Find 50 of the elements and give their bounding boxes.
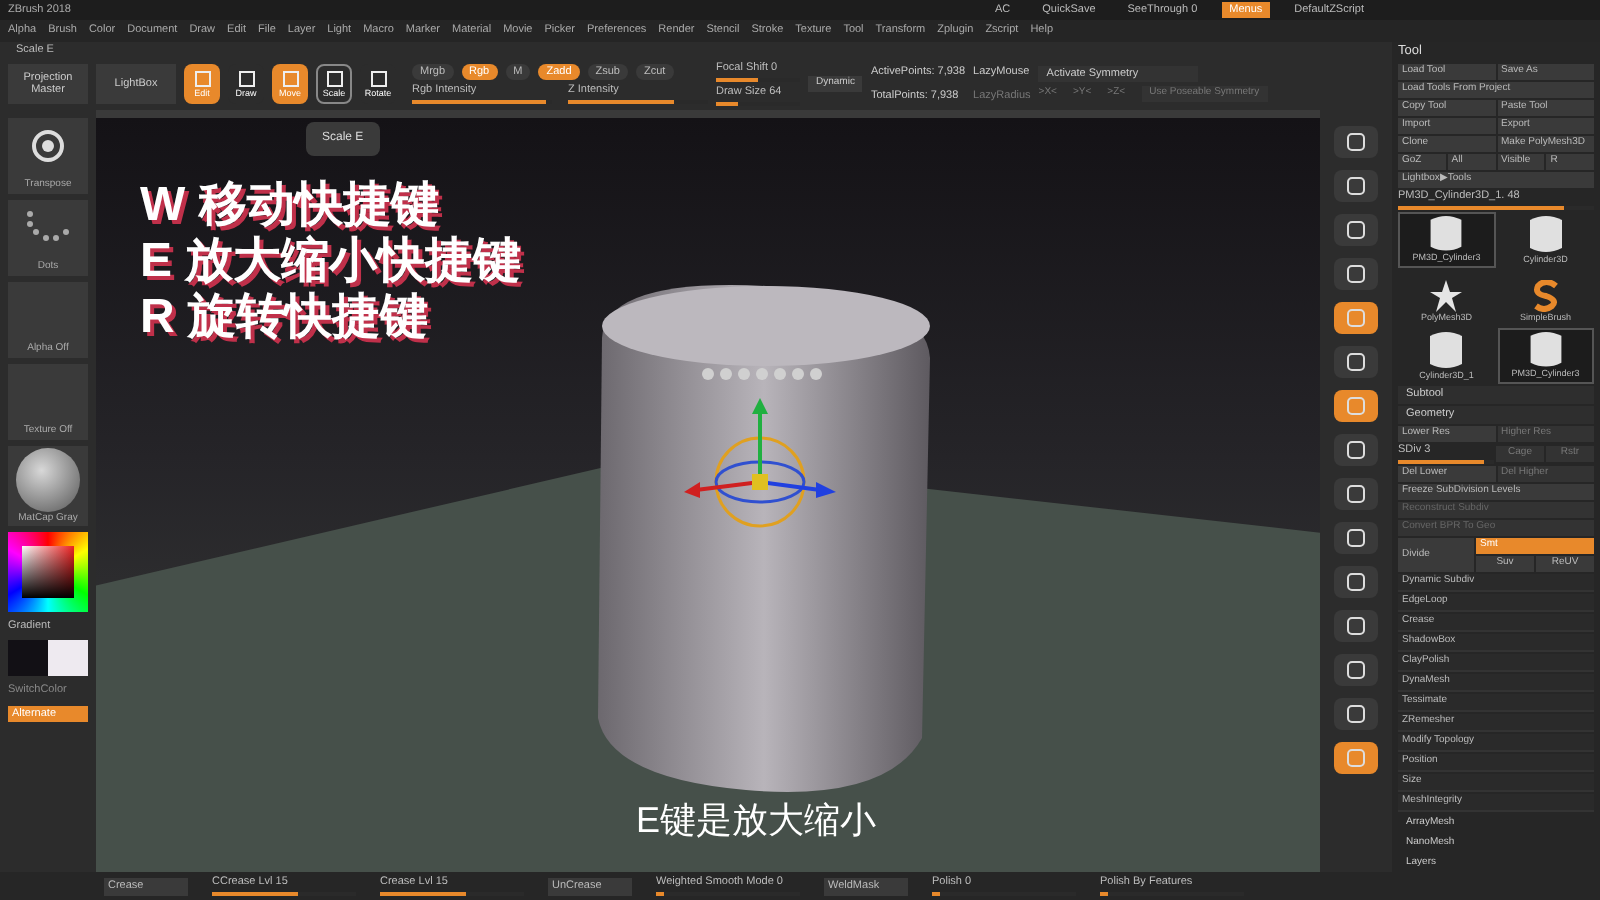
view-icon [1346,748,1366,768]
shortcut-caption: W 移动快捷键 [140,178,441,234]
view-tool-button[interactable] [1334,610,1378,642]
shortcut-caption: R 旋转快捷键 [140,290,430,346]
view-icon [1346,176,1366,196]
tool-icon [325,70,343,88]
view-icon [1346,352,1366,372]
view-icon [1346,660,1366,680]
view-icon [1346,484,1366,504]
view-icon [1346,220,1366,240]
video-subtitle: E键是放大缩小 [636,798,877,844]
star-mesh-icon [1430,280,1463,313]
dots-icon [24,208,72,244]
cylinder-icon [1527,214,1564,255]
gizmo-icon [28,126,68,166]
view-tool-button[interactable] [1334,478,1378,510]
secondary-color-swatch[interactable] [48,640,88,677]
view-tool-button[interactable] [1334,390,1378,422]
view-tool-button[interactable] [1334,214,1378,246]
view-tool-button[interactable] [1334,522,1378,554]
view-tool-button[interactable] [1334,434,1378,466]
view-tool-button[interactable] [1334,742,1378,774]
view-tool-button[interactable] [1334,170,1378,202]
view-tool-button[interactable] [1334,566,1378,598]
view-icon [1346,264,1366,284]
cylinder-icon [1428,330,1465,371]
tool-icon [237,70,255,88]
view-tool-button[interactable] [1334,302,1378,334]
tool-icon [193,70,211,88]
view-icon [1346,572,1366,592]
tool-icon [369,70,387,88]
cylinder-icon [1527,330,1564,369]
view-tool-button[interactable] [1334,126,1378,158]
brush-stroke-icon [1531,280,1560,313]
view-icon [1346,528,1366,548]
color-picker[interactable] [8,532,88,612]
view-icon [1346,440,1366,460]
view-tool-button[interactable] [1334,698,1378,730]
view-icon [1346,704,1366,724]
view-icon [1346,616,1366,636]
view-tool-button[interactable] [1334,654,1378,686]
tool-icon [281,70,299,88]
shortcut-caption: E 放大缩小快捷键 [140,234,522,290]
primary-color-swatch[interactable] [8,640,48,677]
view-tool-button[interactable] [1334,346,1378,378]
view-tool-button[interactable] [1334,258,1378,290]
view-icon [1346,308,1366,328]
view-icon [1346,132,1366,152]
view-icon [1346,396,1366,416]
cylinder-icon [1428,214,1465,253]
